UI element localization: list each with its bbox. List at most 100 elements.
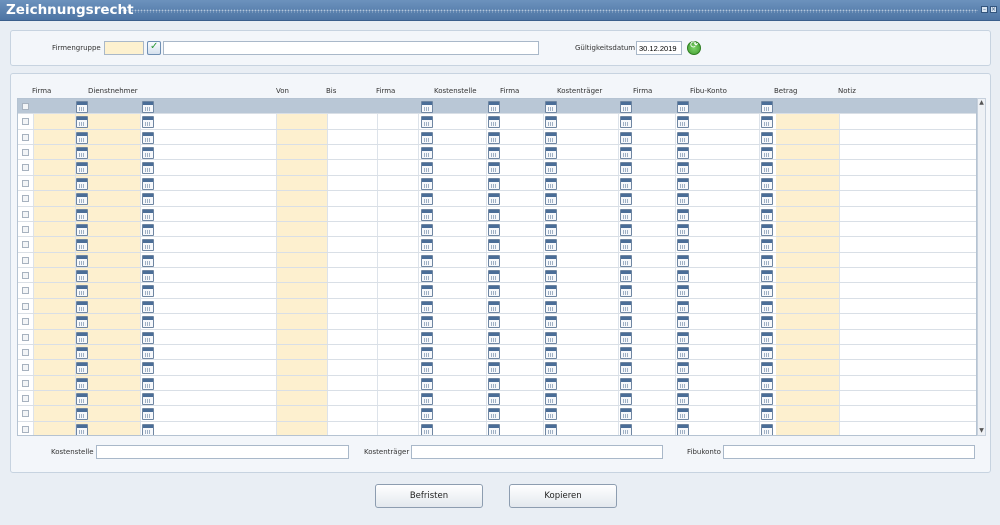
calendar-icon[interactable] (76, 270, 88, 283)
calendar-icon[interactable] (620, 346, 632, 359)
table-row[interactable] (18, 268, 976, 284)
calendar-icon[interactable] (545, 423, 557, 435)
table-row[interactable] (18, 253, 976, 269)
minimize-icon[interactable]: – (981, 6, 988, 13)
calendar-icon[interactable] (620, 331, 632, 344)
calendar-icon[interactable] (545, 408, 557, 421)
calendar-icon[interactable] (488, 177, 500, 190)
calendar-icon[interactable] (142, 346, 154, 359)
calendar-icon[interactable] (76, 377, 88, 390)
calendar-icon[interactable] (677, 346, 689, 359)
calendar-icon[interactable] (677, 377, 689, 390)
calendar-icon[interactable] (545, 331, 557, 344)
calendar-icon[interactable] (488, 300, 500, 313)
calendar-icon[interactable] (76, 116, 88, 129)
calendar-icon[interactable] (421, 362, 433, 375)
calendar-icon[interactable] (76, 177, 88, 190)
scroll-up-icon[interactable]: ▲ (978, 99, 985, 107)
calendar-icon[interactable] (76, 362, 88, 375)
table-row[interactable] (18, 222, 976, 238)
calendar-icon[interactable] (620, 131, 632, 144)
firmengruppe-name-input[interactable] (163, 41, 539, 55)
calendar-icon[interactable] (761, 316, 773, 329)
calendar-icon[interactable] (421, 177, 433, 190)
row-checkbox[interactable] (22, 210, 29, 218)
calendar-icon[interactable] (142, 285, 154, 298)
calendar-icon[interactable] (677, 147, 689, 160)
table-row[interactable] (18, 114, 976, 130)
calendar-icon[interactable] (142, 101, 154, 113)
row-checkbox[interactable] (22, 225, 29, 233)
calendar-icon[interactable] (76, 316, 88, 329)
calendar-icon[interactable] (488, 423, 500, 435)
calendar-icon[interactable] (421, 162, 433, 175)
calendar-icon[interactable] (761, 101, 773, 113)
calendar-icon[interactable] (761, 254, 773, 267)
calendar-icon[interactable] (76, 393, 88, 406)
calendar-icon[interactable] (142, 239, 154, 252)
row-checkbox[interactable] (22, 195, 29, 203)
row-checkbox[interactable] (22, 425, 29, 433)
calendar-icon[interactable] (488, 377, 500, 390)
calendar-icon[interactable] (545, 316, 557, 329)
calendar-icon[interactable] (677, 193, 689, 206)
calendar-icon[interactable] (761, 131, 773, 144)
table-row[interactable] (18, 145, 976, 161)
calendar-icon[interactable] (545, 362, 557, 375)
calendar-icon[interactable] (545, 285, 557, 298)
table-row[interactable] (18, 299, 976, 315)
calendar-icon[interactable] (620, 208, 632, 221)
row-checkbox[interactable] (22, 395, 29, 403)
calendar-icon[interactable] (620, 285, 632, 298)
calendar-icon[interactable] (76, 423, 88, 435)
row-checkbox[interactable] (22, 318, 29, 326)
row-checkbox[interactable] (22, 410, 29, 418)
calendar-icon[interactable] (488, 208, 500, 221)
calendar-icon[interactable] (545, 346, 557, 359)
row-checkbox[interactable] (22, 256, 29, 264)
calendar-icon[interactable] (76, 285, 88, 298)
calendar-icon[interactable] (142, 408, 154, 421)
calendar-icon[interactable] (545, 254, 557, 267)
calendar-icon[interactable] (545, 270, 557, 283)
calendar-icon[interactable] (620, 316, 632, 329)
calendar-icon[interactable] (421, 331, 433, 344)
calendar-icon[interactable] (620, 254, 632, 267)
calendar-icon[interactable] (761, 393, 773, 406)
calendar-icon[interactable] (620, 423, 632, 435)
table-row[interactable] (18, 191, 976, 207)
calendar-icon[interactable] (142, 362, 154, 375)
row-checkbox[interactable] (22, 149, 29, 157)
calendar-icon[interactable] (488, 408, 500, 421)
calendar-icon[interactable] (545, 393, 557, 406)
calendar-icon[interactable] (545, 116, 557, 129)
table-row[interactable] (18, 406, 976, 422)
calendar-icon[interactable] (620, 147, 632, 160)
calendar-icon[interactable] (620, 393, 632, 406)
befristen-button[interactable]: Befristen (375, 484, 483, 508)
calendar-icon[interactable] (761, 285, 773, 298)
calendar-icon[interactable] (677, 270, 689, 283)
refresh-icon[interactable] (687, 40, 701, 55)
calendar-icon[interactable] (76, 193, 88, 206)
calendar-icon[interactable] (76, 346, 88, 359)
calendar-icon[interactable] (761, 208, 773, 221)
calendar-icon[interactable] (620, 162, 632, 175)
calendar-icon[interactable] (677, 162, 689, 175)
calendar-icon[interactable] (76, 147, 88, 160)
calendar-icon[interactable] (620, 239, 632, 252)
calendar-icon[interactable] (142, 223, 154, 236)
close-icon[interactable]: × (990, 6, 997, 13)
calendar-icon[interactable] (677, 177, 689, 190)
calendar-icon[interactable] (421, 270, 433, 283)
calendar-icon[interactable] (488, 346, 500, 359)
table-row[interactable] (18, 391, 976, 407)
kopieren-button[interactable]: Kopieren (509, 484, 617, 508)
calendar-icon[interactable] (421, 193, 433, 206)
calendar-icon[interactable] (488, 393, 500, 406)
calendar-icon[interactable] (488, 362, 500, 375)
row-checkbox[interactable] (22, 287, 29, 295)
calendar-icon[interactable] (761, 177, 773, 190)
row-checkbox[interactable] (22, 133, 29, 141)
row-checkbox[interactable] (22, 333, 29, 341)
